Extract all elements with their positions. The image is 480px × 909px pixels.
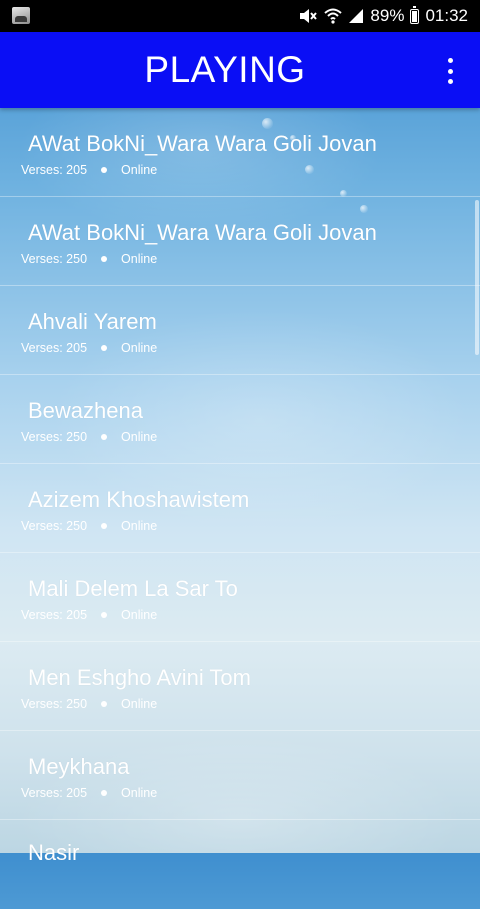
list-item[interactable]: Azizem Khoshawistem Verses: 250 Online	[0, 464, 480, 553]
separator-dot-icon	[101, 345, 108, 351]
song-meta: Verses: 205 Online	[21, 608, 157, 622]
status-bar: 89% 01:32	[0, 0, 480, 32]
scrollbar[interactable]	[475, 200, 479, 355]
separator-dot-icon	[101, 523, 108, 529]
online-status: Online	[121, 163, 158, 177]
verse-count: Verses: 250	[21, 519, 88, 533]
song-meta: Verses: 250 Online	[21, 519, 157, 533]
page-title: PLAYING	[144, 49, 306, 90]
online-status: Online	[121, 252, 158, 266]
song-meta: Verses: 250 Online	[21, 697, 157, 711]
clock: 01:32	[425, 6, 468, 25]
online-status: Online	[121, 341, 158, 355]
separator-dot-icon	[101, 701, 108, 707]
song-meta: Verses: 205 Online	[21, 163, 157, 177]
notification-app-icon	[12, 7, 30, 24]
list-item[interactable]: Men Eshgho Avini Tom Verses: 250 Online	[0, 642, 480, 731]
separator-dot-icon	[101, 434, 108, 440]
song-meta: Verses: 205 Online	[21, 786, 157, 800]
verse-count: Verses: 250	[21, 430, 88, 444]
signal-icon	[348, 8, 364, 24]
song-meta: Verses: 250 Online	[21, 430, 157, 444]
list-item[interactable]: AWat BokNi_Wara Wara Goli Jovan Verses: …	[0, 197, 480, 286]
song-title: Ahvali Yarem	[28, 309, 157, 334]
status-icons: 89% 01:32	[298, 0, 468, 32]
list-item[interactable]: AWat BokNi_Wara Wara Goli Jovan Verses: …	[0, 108, 480, 197]
separator-dot-icon	[101, 256, 108, 262]
separator-dot-icon	[101, 612, 108, 618]
list-item[interactable]: Meykhana Verses: 205 Online	[0, 731, 480, 820]
song-meta: Verses: 250 Online	[21, 252, 157, 266]
song-title: Bewazhena	[28, 398, 143, 423]
more-options-icon[interactable]	[438, 56, 462, 86]
mute-icon	[298, 8, 318, 24]
verse-count: Verses: 205	[21, 608, 88, 622]
separator-dot-icon	[101, 167, 108, 173]
song-meta: Verses: 205 Online	[21, 341, 157, 355]
online-status: Online	[121, 697, 158, 711]
list-item[interactable]: Mali Delem La Sar To Verses: 205 Online	[0, 553, 480, 642]
list-item[interactable]: Bewazhena Verses: 250 Online	[0, 375, 480, 464]
verse-count: Verses: 250	[21, 252, 88, 266]
song-title: Azizem Khoshawistem	[28, 487, 250, 512]
online-status: Online	[121, 786, 158, 800]
app-bar: PLAYING	[0, 32, 480, 108]
verse-count: Verses: 205	[21, 341, 88, 355]
verse-count: Verses: 205	[21, 163, 88, 177]
separator-dot-icon	[101, 790, 108, 796]
song-title: Mali Delem La Sar To	[28, 576, 238, 601]
song-title: Nasir	[28, 840, 80, 865]
song-title: Men Eshgho Avini Tom	[28, 665, 251, 690]
verse-count: Verses: 205	[21, 786, 88, 800]
song-list: AWat BokNi_Wara Wara Goli Jovan Verses: …	[0, 108, 480, 909]
verse-count: Verses: 250	[21, 697, 88, 711]
online-status: Online	[121, 430, 158, 444]
battery-percent: 89%	[370, 6, 405, 25]
song-title: AWat BokNi_Wara Wara Goli Jovan	[28, 220, 377, 245]
list-item[interactable]: Ahvali Yarem Verses: 205 Online	[0, 286, 480, 375]
song-title: AWat BokNi_Wara Wara Goli Jovan	[28, 131, 377, 156]
online-status: Online	[121, 608, 158, 622]
battery-icon	[410, 5, 420, 24]
wifi-icon	[324, 8, 343, 24]
list-item[interactable]: Nasir	[0, 820, 480, 909]
online-status: Online	[121, 519, 158, 533]
song-title: Meykhana	[28, 754, 130, 779]
